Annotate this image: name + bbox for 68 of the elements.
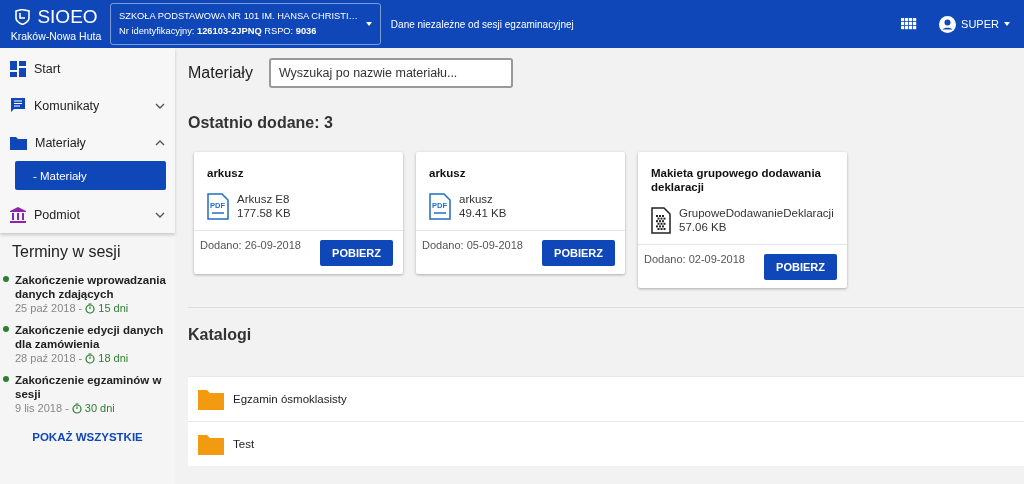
- dashboard-icon: [10, 60, 26, 77]
- deadline-title: Zakończenie egzaminów w sesji: [15, 373, 163, 401]
- shield-logo-icon: [14, 9, 32, 25]
- nav-label: Podmiot: [34, 207, 81, 222]
- card-title: arkusz: [206, 166, 245, 180]
- apps-grid-icon[interactable]: [901, 18, 918, 30]
- file-size: 49.41 KB: [459, 206, 507, 220]
- search-field[interactable]: Wyszukaj po nazwie materiału...: [268, 58, 513, 88]
- days-remaining: 15 dni: [98, 302, 129, 314]
- catalog-row[interactable]: Egzamin ósmoklasisty: [188, 376, 1024, 421]
- deadline-date: 25 paź 2018 -: [15, 302, 83, 314]
- catalog-name: Test: [233, 438, 255, 450]
- school-ids: Nr identyfikacyjny: 126103-2JPNQ RSPO: 9036: [119, 25, 318, 38]
- timer-icon: [85, 352, 96, 364]
- timer-icon: [71, 402, 82, 414]
- avatar-icon: [939, 15, 957, 33]
- context-label: Dane niezależne od sesji egzaminacyjnej: [390, 18, 575, 30]
- catalog-name: Egzamin ósmoklasisty: [233, 393, 347, 405]
- added-date: Dodano: 26-09-2018: [200, 239, 301, 253]
- nav-item[interactable]: Start: [0, 50, 175, 87]
- show-all-link[interactable]: POKAŻ WSZYSTKIE: [32, 431, 143, 443]
- chevron-down-icon[interactable]: [155, 102, 165, 109]
- deadline-date: 28 paź 2018 -: [15, 352, 83, 364]
- page-title: Materiały: [188, 64, 253, 82]
- user-menu-button[interactable]: SUPER: [939, 15, 1010, 33]
- deadline-title: Zakończenie wprowadzania danych zdających: [15, 273, 167, 301]
- message-icon: [10, 97, 26, 114]
- school-select[interactable]: SZKOŁA PODSTAWOWA NR 101 IM. HANSA CHRISTI… Nr identyfikacyjny: 126103-2JPNQ RSPO: 9036: [110, 3, 381, 45]
- deadline-date: 9 lis 2018 -: [15, 402, 69, 414]
- app-name: SIOEO: [37, 6, 98, 28]
- section-title: Katalogi: [188, 326, 253, 344]
- chevron-up-icon[interactable]: [155, 139, 165, 146]
- school-name: SZKOŁA PODSTAWOWA NR 101 IM. HANSA CHRISTI…: [119, 10, 358, 23]
- caret-icon: [1004, 22, 1010, 26]
- days-remaining: 30 dni: [84, 402, 115, 414]
- nav-label: Komunikaty: [34, 98, 101, 113]
- timer-icon: [85, 302, 96, 314]
- added-date: Dodano: 02-09-2018: [644, 253, 745, 267]
- download-button[interactable]: POBIERZ: [764, 254, 837, 280]
- file-name: arkusz: [459, 192, 494, 206]
- section-title: Terminy w sesji: [11, 243, 122, 261]
- catalog-row[interactable]: Test: [188, 421, 1024, 466]
- chevron-down-icon[interactable]: [155, 211, 165, 218]
- card-title: Makieta grupowego dodawania deklaracji: [650, 166, 822, 194]
- added-date: Dodano: 05-09-2018: [422, 239, 523, 253]
- card-title: arkusz: [428, 166, 467, 180]
- section-title: Ostatnio dodane: 3: [188, 114, 334, 132]
- download-button[interactable]: POBIERZ: [320, 240, 393, 266]
- nav-label: Start: [34, 61, 62, 76]
- nav-item[interactable]: Podmiot: [0, 196, 175, 233]
- zip-file-icon: [651, 206, 671, 234]
- deadline-title: Zakończenie edycji danych dla zamówienia: [15, 323, 165, 351]
- dropdown-caret-icon: [365, 22, 372, 26]
- bank-icon: [10, 206, 26, 223]
- file-name: GrupoweDodawanieDeklaracji: [679, 206, 834, 220]
- folder-icon: [198, 388, 224, 410]
- region-name: Kraków-Nowa Huta: [10, 30, 102, 42]
- nav-subitem[interactable]: - Materiały: [15, 161, 166, 190]
- file-size: 57.06 KB: [679, 220, 728, 234]
- folder-icon: [10, 135, 27, 150]
- file-name: Arkusz E8: [237, 192, 291, 206]
- folder-icon: [198, 433, 224, 455]
- download-button[interactable]: POBIERZ: [542, 240, 615, 266]
- nav-item[interactable]: Materiały: [0, 124, 175, 161]
- days-remaining: 18 dni: [98, 352, 129, 364]
- file-size: 177.58 KB: [237, 206, 291, 220]
- nav-label: Materiały: [35, 135, 87, 150]
- nav-item[interactable]: Komunikaty: [0, 87, 175, 124]
